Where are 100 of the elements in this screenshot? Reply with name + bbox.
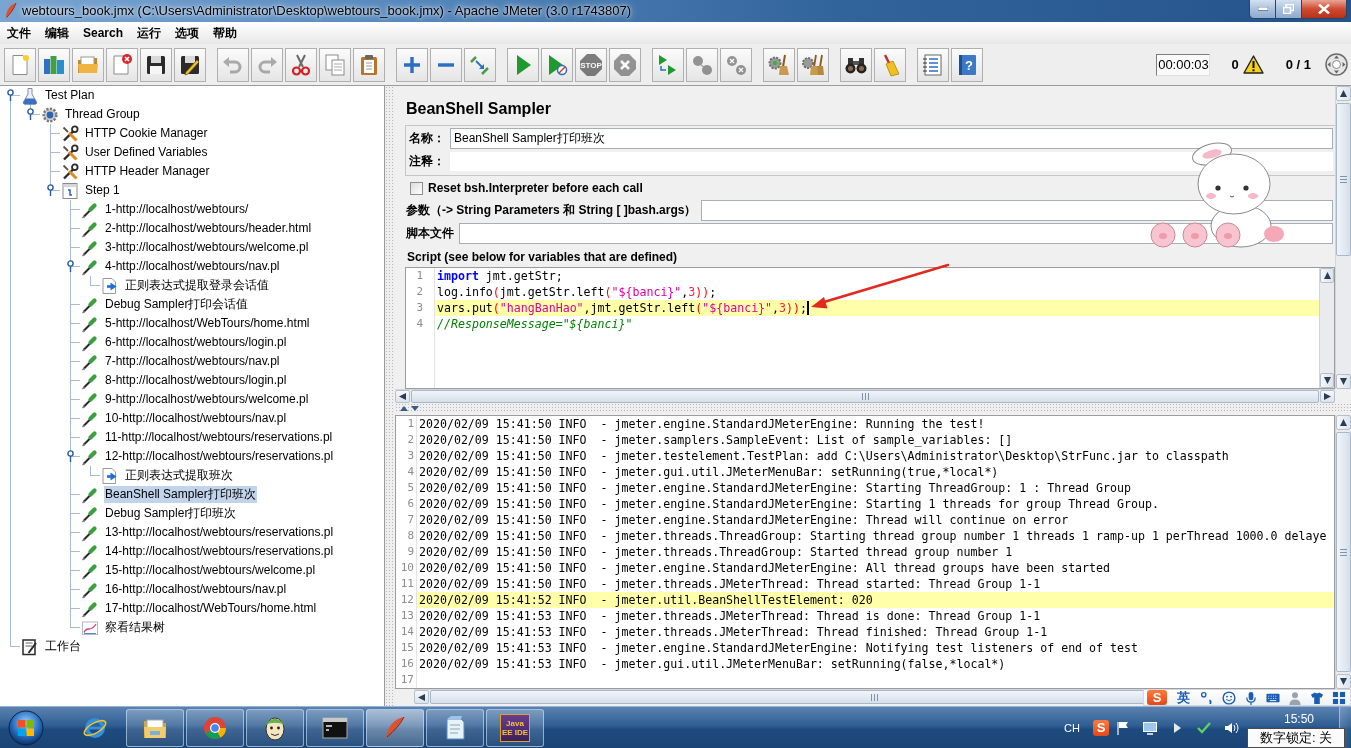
grid-icon[interactable]: [1332, 690, 1346, 705]
script-editor[interactable]: 1 2 3 4 import jmt.getStr; log.info(jmt.getStr.left("${banci}",3)); vars.put("hangBanHao",jmt.getStr.left("${banci}",3)); //ResponseMessage="${banci}": [405, 267, 1335, 389]
scroll-down-button[interactable]: [1320, 373, 1334, 388]
clock[interactable]: 15:50: [1268, 712, 1330, 726]
smiley-icon[interactable]: [1222, 690, 1236, 705]
open-button[interactable]: [72, 47, 104, 82]
tree-item[interactable]: 12-http://localhost/webtours/reservations.pl: [104, 448, 335, 465]
tree-item[interactable]: 15-http://localhost/webtours/welcome.pl: [104, 562, 317, 579]
tree-item[interactable]: HTTP Header Manager: [84, 163, 211, 180]
parameters-field[interactable]: [701, 200, 1333, 221]
tree-item[interactable]: 2-http://localhost/webtours/header.html: [104, 220, 313, 237]
restore-button[interactable]: [1275, 0, 1302, 19]
taskbar-app-button[interactable]: [306, 708, 364, 747]
scroll-down-button[interactable]: [1336, 374, 1351, 389]
scroll-up-button[interactable]: [1336, 86, 1351, 101]
name-field[interactable]: BeanShell Sampler打印班次: [450, 127, 1333, 149]
tree-item[interactable]: 11-http://localhost/webtours/reservations.pl: [104, 429, 334, 446]
tree-item[interactable]: 正则表达式提取登录会话值: [124, 277, 270, 294]
function-helper-button[interactable]: [917, 47, 949, 82]
expand-down-icon[interactable]: [411, 405, 419, 411]
paste-button[interactable]: [353, 47, 385, 82]
close-button[interactable]: [106, 47, 138, 82]
tree-item[interactable]: Step 1: [84, 182, 121, 199]
tree-item[interactable]: 1-http://localhost/webtours/: [104, 201, 250, 218]
ime-mode-toggle[interactable]: 英: [1177, 690, 1190, 705]
taskbar-app-button[interactable]: [126, 708, 184, 747]
tree-item[interactable]: HTTP Cookie Manager: [84, 125, 209, 142]
tree-item[interactable]: 5-http://localhost/WebTours/home.html: [104, 315, 311, 332]
start-button[interactable]: [507, 47, 539, 82]
tree-item[interactable]: 8-http://localhost/webtours/login.pl: [104, 372, 288, 389]
cut-button[interactable]: [285, 47, 317, 82]
expanded-handle-icon[interactable]: [66, 260, 75, 272]
splitter-handle[interactable]: [385, 86, 395, 706]
tree-item[interactable]: 6-http://localhost/webtours/login.pl: [104, 334, 288, 351]
tree-item[interactable]: 13-http://localhost/webtours/reservations.pl: [104, 524, 335, 541]
scrollbar-thumb[interactable]: [1336, 103, 1351, 256]
expand-all-button[interactable]: [396, 47, 428, 82]
search-button[interactable]: [840, 47, 872, 82]
scroll-up-button[interactable]: [1320, 268, 1334, 283]
toggle-button[interactable]: [464, 47, 496, 82]
shirt-icon[interactable]: [1310, 690, 1324, 705]
tree-item[interactable]: Test Plan: [44, 87, 96, 104]
tree-item[interactable]: Debug Sampler打印班次: [104, 505, 238, 522]
expanded-handle-icon[interactable]: [26, 108, 35, 120]
scroll-left-button[interactable]: [414, 690, 429, 704]
menu-item[interactable]: 选项: [168, 22, 207, 44]
tree-item[interactable]: 16-http://localhost/webtours/nav.pl: [104, 581, 288, 598]
tree-item[interactable]: 9-http://localhost/webtours/welcome.pl: [104, 391, 310, 408]
person-icon[interactable]: [1288, 690, 1302, 705]
tree-item[interactable]: 7-http://localhost/webtours/nav.pl: [104, 353, 281, 370]
splitter-handle[interactable]: [395, 403, 1351, 413]
vertical-scrollbar[interactable]: [1335, 415, 1351, 689]
vertical-scrollbar[interactable]: [1335, 86, 1351, 389]
start-no-pauses-button[interactable]: [541, 47, 573, 82]
tree-item[interactable]: 14-http://localhost/webtours/reservations.pl: [104, 543, 335, 560]
templates-button[interactable]: [38, 47, 70, 82]
expanded-handle-icon[interactable]: [6, 89, 15, 101]
clear-all-button[interactable]: [797, 47, 829, 82]
collapse-up-icon[interactable]: [400, 405, 408, 411]
scroll-down-button[interactable]: [1336, 674, 1351, 689]
taskbar-app-button[interactable]: [246, 708, 304, 747]
comment-field[interactable]: [450, 152, 1333, 171]
save-button[interactable]: [140, 47, 172, 82]
tree-item[interactable]: 3-http://localhost/webtours/welcome.pl: [104, 239, 310, 256]
expanded-handle-icon[interactable]: [66, 450, 75, 462]
tree-item[interactable]: 17-http://localhost/WebTours/home.html: [104, 600, 318, 617]
microphone-icon[interactable]: [1244, 690, 1258, 705]
tree-item[interactable]: 正则表达式提取班次: [124, 467, 234, 484]
punctuation-icon[interactable]: [1200, 690, 1214, 705]
minimize-button[interactable]: [1249, 0, 1276, 19]
collapse-all-button[interactable]: [430, 47, 462, 82]
menu-item[interactable]: 编辑: [38, 22, 76, 44]
taskbar-app-button[interactable]: [426, 708, 484, 747]
vertical-scrollbar[interactable]: [1319, 268, 1334, 388]
remote-start-button[interactable]: [652, 47, 684, 82]
clear-button[interactable]: [763, 47, 795, 82]
flag-icon[interactable]: [1115, 719, 1131, 736]
scroll-left-button[interactable]: [395, 390, 410, 403]
taskbar-app-button[interactable]: Java EE IDE: [486, 708, 544, 747]
reset-interpreter-checkbox[interactable]: [410, 181, 423, 195]
expanded-handle-icon[interactable]: [46, 184, 55, 196]
new-button[interactable]: [4, 47, 36, 82]
tree-item[interactable]: 察看结果树: [104, 619, 166, 636]
tree-item[interactable]: 10-http://localhost/webtours/nav.pl: [104, 410, 288, 427]
menu-item[interactable]: 帮助: [206, 22, 245, 44]
scroll-up-button[interactable]: [1336, 415, 1351, 430]
save-as-button[interactable]: [174, 47, 206, 82]
tree-item[interactable]: Thread Group: [64, 106, 141, 123]
tree-item[interactable]: User Defined Variables: [84, 144, 209, 161]
scroll-right-button[interactable]: [1320, 390, 1335, 403]
window-close-button[interactable]: [1301, 0, 1347, 19]
monitor-icon[interactable]: [1142, 719, 1158, 736]
menu-item[interactable]: Search: [76, 22, 131, 44]
menu-item[interactable]: 文件: [0, 22, 38, 44]
scrollbar-thumb[interactable]: [1336, 432, 1351, 672]
tree-item[interactable]: 工作台: [44, 638, 82, 655]
tree-item[interactable]: Debug Sampler打印会话值: [104, 296, 250, 313]
menu-item[interactable]: 运行: [130, 22, 169, 44]
tree-item[interactable]: 4-http://localhost/webtours/nav.pl: [104, 258, 281, 275]
tree-item[interactable]: BeanShell Sampler打印班次: [104, 486, 257, 503]
